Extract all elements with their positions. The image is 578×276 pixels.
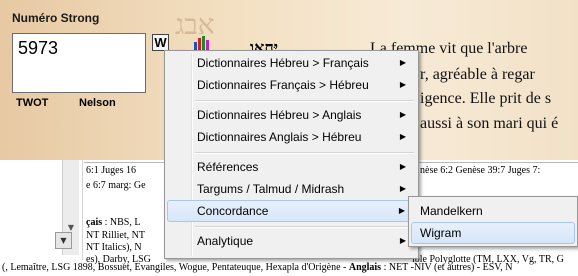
submenu-arrow-icon: ▶ [399,80,406,89]
reference-line: NT Italics), N [86,242,142,253]
reference-line: NT Rilliet, NT [86,230,145,241]
twot-link[interactable]: TWOT [16,97,48,109]
menu-separator [195,100,414,102]
reference-text: nèse 6:2 Genèse 39:7 Juges 7: [420,165,541,176]
strong-number-field[interactable]: 5973 [12,33,146,93]
submenu-arrow-icon: ▶ [399,162,406,171]
reference-line: e 6:7 marg: Ge [86,180,146,191]
submenu-arrow-icon: ▶ [399,236,406,245]
menu-item-label: Wigram [420,226,462,240]
menu-separator [195,152,414,154]
menu-item-dict-anglais-hebreu[interactable]: Dictionnaires Anglais > Hébreu ▶ [167,126,416,148]
french-label: çais [86,217,103,228]
reference-text: 6:1 Juges 16 [86,165,136,176]
menu-item-label: Targums / Talmud / Midrash [197,182,345,196]
concordance-submenu: Mandelkern Wigram [408,196,578,247]
reference-line: 6:1 Juges 16 [86,165,136,176]
menu-item-dict-hebreu-francais[interactable]: Dictionnaires Hébreu > Français ▶ [167,52,416,74]
reference-text: (, Lemaître, LSG 1898, Bossuet, Evangile… [2,262,347,273]
menu-item-label: Références [197,160,259,174]
submenu-arrow-icon: ▶ [399,184,406,193]
menu-item-references[interactable]: Références ▶ [167,156,416,178]
menu-item-mandelkern[interactable]: Mandelkern [411,200,575,222]
reference-text: : NBS, L [104,217,141,228]
submenu-arrow-icon: ▶ [399,110,406,119]
menu-item-label: Mandelkern [420,204,483,218]
submenu-arrow-icon: ▶ [399,132,406,141]
verse-text-line: igence. Elle prit de s [420,90,552,107]
menu-item-label: Dictionnaires Hébreu > Français [197,56,369,70]
reference-line: nèse 6:2 Genèse 39:7 Juges 7: [420,165,540,176]
reference-line: çais : NBS, L [86,217,140,228]
chart-bars-icon[interactable] [193,34,210,51]
menu-item-label: Dictionnaires Français > Hébreu [197,78,369,92]
strong-panel-title: Numéro Strong [12,11,100,25]
menu-separator [195,226,414,228]
menu-item-wigram[interactable]: Wigram [411,222,575,244]
menu-item-dict-hebreu-anglais[interactable]: Dictionnaires Hébreu > Anglais ▶ [167,104,416,126]
submenu-arrow-icon: ▶ [398,206,405,215]
menu-item-analytique[interactable]: Analytique ▶ [167,230,416,252]
verse-text-line: r, agréable à regar [420,66,535,83]
menu-item-dict-francais-hebreu[interactable]: Dictionnaires Français > Hébreu ▶ [167,74,416,96]
nelson-link[interactable]: Nelson [79,97,116,109]
menu-item-label: Dictionnaires Hébreu > Anglais [197,108,362,122]
menu-item-concordance[interactable]: Concordance ▶ [167,200,416,222]
submenu-arrow-icon: ▶ [399,58,406,67]
menu-item-label: Concordance [197,204,269,218]
menu-item-targums[interactable]: Targums / Talmud / Midrash ▶ [167,178,416,200]
strong-number-panel: Numéro Strong 5973 TWOT Nelson [0,0,160,160]
verse-text-line: aussi à son mari qui é [420,115,559,132]
menu-item-label: Analytique [197,234,254,248]
menu-item-label: Dictionnaires Anglais > Hébreu [197,130,362,144]
english-label: Anglais [348,262,382,273]
context-menu: Dictionnaires Hébreu > Français ▶ Dictio… [164,50,419,259]
reference-line: (, Lemaître, LSG 1898, Bossuet, Evangile… [2,262,512,273]
wigram-w-icon[interactable]: W [152,34,169,51]
reference-text: : NET -NIV (et autres) - ESV, N [383,262,513,273]
scroll-down-button-icon[interactable]: ▼ [55,232,72,249]
